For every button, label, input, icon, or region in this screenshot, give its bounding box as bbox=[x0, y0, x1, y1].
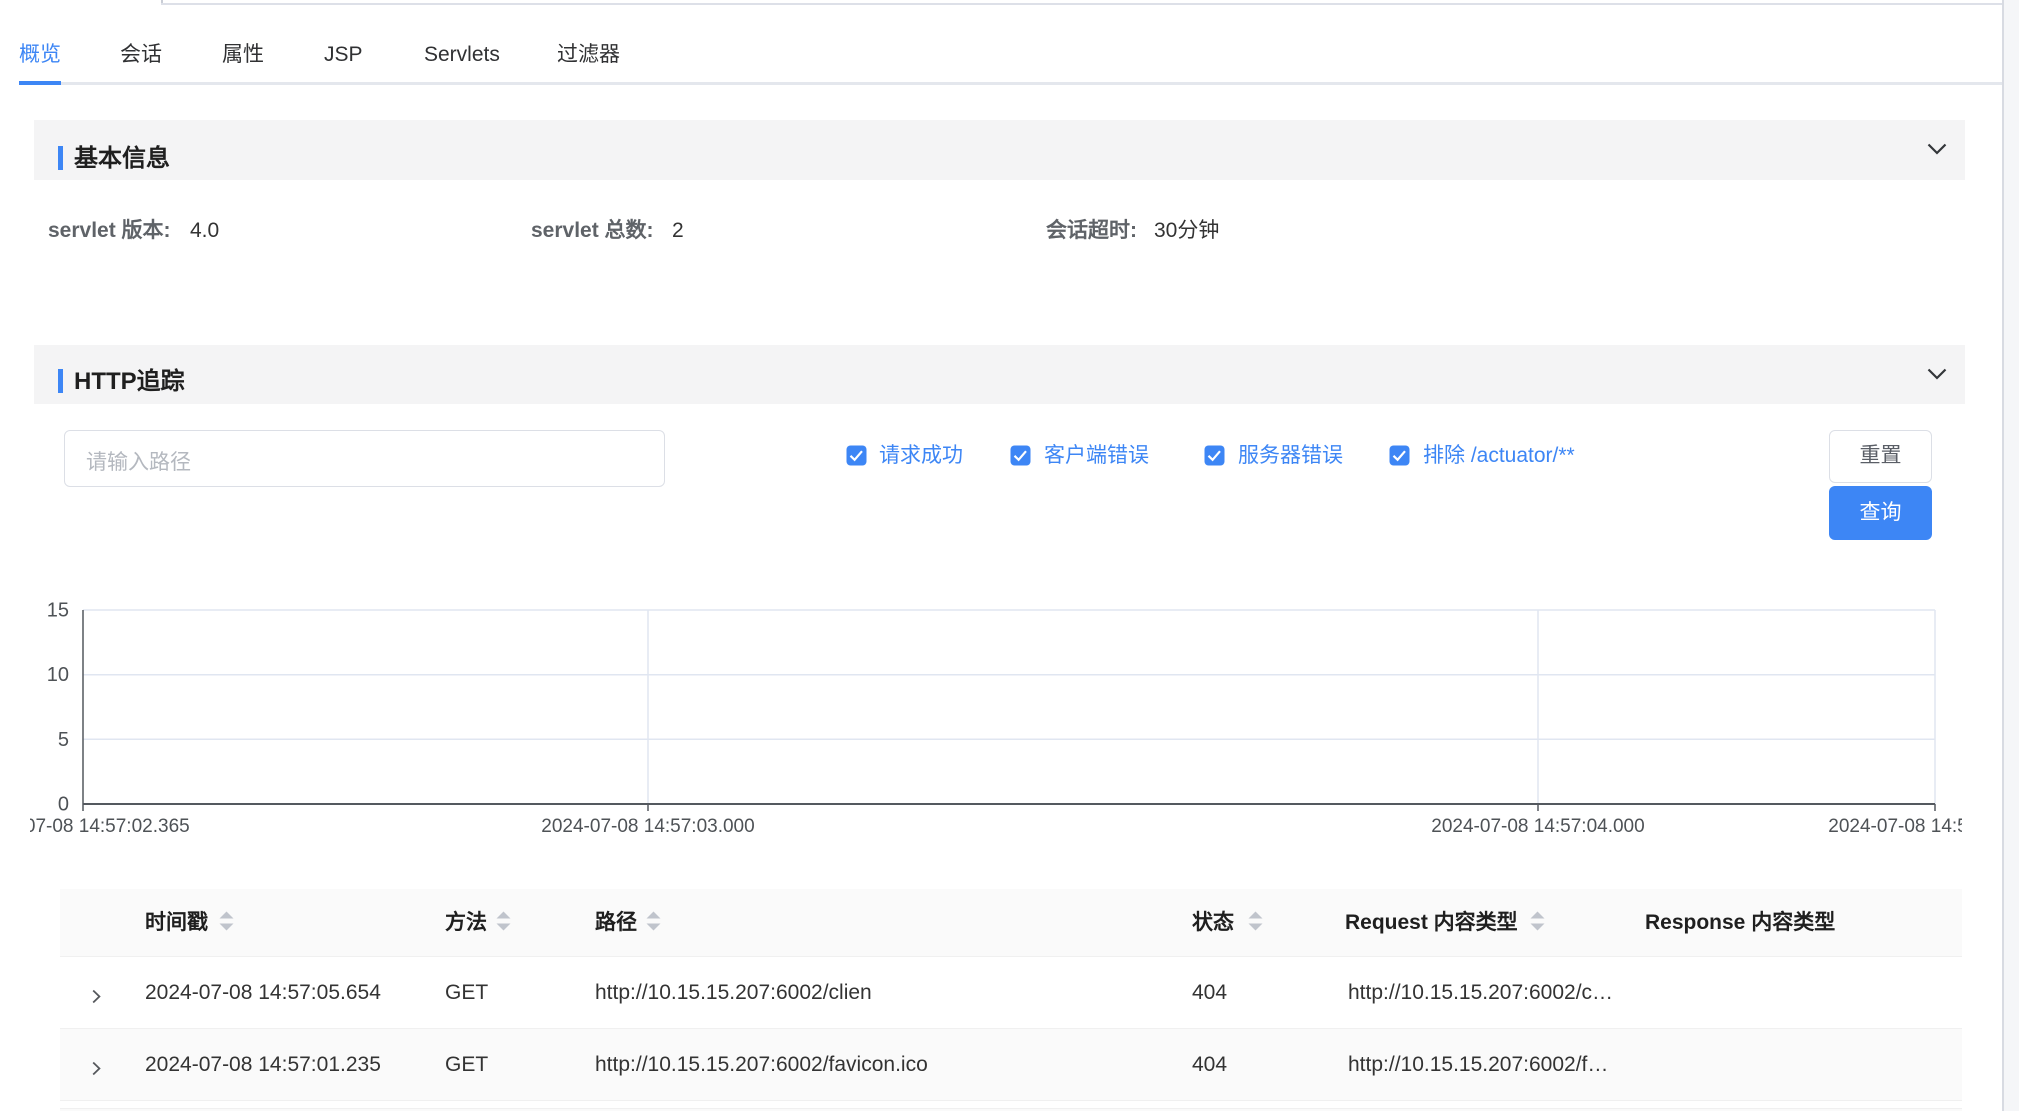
svg-text:10: 10 bbox=[47, 664, 69, 686]
svg-text:5: 5 bbox=[58, 729, 69, 751]
svg-text:2024-07-08 14:57:02.365: 2024-07-08 14:57:02.365 bbox=[30, 816, 190, 837]
svg-text:2024-07-08 14:57:03.000: 2024-07-08 14:57:03.000 bbox=[541, 816, 754, 837]
svg-text:2024-07-08 14:57:05.000: 2024-07-08 14:57:05.000 bbox=[1828, 816, 1962, 837]
svg-text:2024-07-08 14:57:04.000: 2024-07-08 14:57:04.000 bbox=[1431, 816, 1644, 837]
svg-text:0: 0 bbox=[58, 794, 69, 816]
svg-text:15: 15 bbox=[47, 600, 69, 622]
